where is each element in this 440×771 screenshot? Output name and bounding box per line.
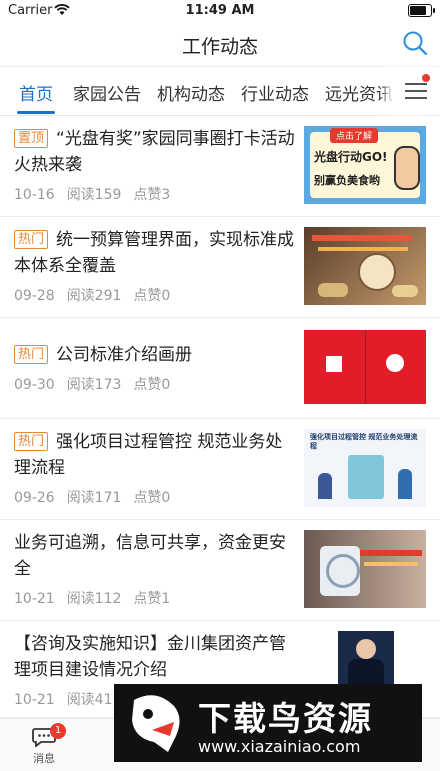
status-time: 11:49 AM	[185, 3, 255, 18]
status-bar: Carrier 11:49 AM	[0, 0, 440, 22]
news-title-text: “光盘有奖”家园同事圈打卡活动火热来袭	[14, 129, 295, 175]
news-item[interactable]: 热门 公司标准介绍画册 09-30 阅读173 点赞0	[0, 318, 440, 419]
news-reads: 阅读159	[66, 187, 122, 203]
page-title: 工作动态	[181, 36, 258, 58]
news-reads: 阅读41	[66, 692, 113, 708]
watermark-text: 下载鸟资源	[198, 699, 373, 738]
news-meta: 10-21 阅读41	[14, 689, 125, 709]
news-reads: 阅读171	[66, 490, 122, 506]
news-thumbnail: 点击了解 光盘行动GO! 别赢负美食哟	[304, 126, 426, 204]
tab-yuanguang-news[interactable]: 远光资讯	[325, 80, 393, 105]
menu-icon-bar	[405, 90, 427, 92]
news-meta: 09-26 阅读171 点赞0	[14, 487, 182, 507]
news-date: 09-26	[14, 490, 55, 506]
news-date: 10-21	[14, 692, 55, 708]
news-meta: 09-28 阅读291 点赞0	[14, 285, 182, 305]
thumbnail-caption: 别赢负美食哟	[314, 174, 380, 187]
channel-menu-button[interactable]	[392, 67, 440, 115]
news-reads: 阅读173	[66, 377, 122, 393]
news-title: 热门 强化项目过程管控 规范业务处理流程	[14, 429, 296, 481]
tab-industry-news[interactable]: 行业动态	[241, 80, 309, 105]
news-title-text: 【咨询及实施知识】金川集团资产管理项目建设情况介绍	[14, 634, 286, 680]
news-title-text: 强化项目过程管控 规范业务处理流程	[14, 432, 283, 478]
news-title-text: 公司标准介绍画册	[56, 345, 193, 365]
news-title-text: 统一预算管理界面，实现标准成本体系全覆盖	[14, 230, 295, 276]
news-meta: 10-21 阅读112 点赞1	[14, 588, 182, 608]
tab-home[interactable]: 首页	[19, 80, 53, 105]
news-title: 热门 统一预算管理界面，实现标准成本体系全覆盖	[14, 227, 296, 279]
news-date: 09-30	[14, 377, 55, 393]
active-tab-indicator	[17, 111, 55, 114]
news-meta: 10-16 阅读159 点赞3	[14, 184, 182, 204]
news-meta: 09-30 阅读173 点赞0	[14, 374, 182, 394]
news-date: 10-16	[14, 187, 55, 203]
news-reads: 阅读291	[66, 288, 122, 304]
news-thumbnail	[338, 631, 394, 691]
news-likes: 点赞3	[133, 187, 171, 203]
news-reads: 阅读112	[66, 591, 122, 607]
thumbnail-caption: 点击了解	[330, 128, 379, 143]
search-icon[interactable]	[402, 30, 428, 56]
news-thumbnail	[304, 330, 426, 404]
news-item[interactable]: 热门 统一预算管理界面，实现标准成本体系全覆盖 09-28 阅读291 点赞0	[0, 217, 440, 318]
category-tabs: 首页 家园公告 机构动态 行业动态 远光资讯	[0, 67, 440, 116]
news-likes: 点赞0	[133, 490, 171, 506]
news-title-text: 业务可追溯，信息可共享，资金更安全	[14, 533, 286, 579]
news-likes: 点赞0	[133, 377, 171, 393]
hot-badge: 热门	[14, 432, 49, 451]
tab-institution-news[interactable]: 机构动态	[157, 80, 225, 105]
menu-icon	[405, 83, 427, 85]
battery-icon	[408, 4, 435, 17]
news-item[interactable]: 置顶 “光盘有奖”家园同事圈打卡活动火热来袭 10-16 阅读159 点赞3 点击了解…	[0, 116, 440, 217]
news-title: 置顶 “光盘有奖”家园同事圈打卡活动火热来袭	[14, 126, 296, 178]
news-thumbnail	[304, 530, 426, 608]
news-title: 【咨询及实施知识】金川集团资产管理项目建设情况介绍	[14, 631, 296, 683]
pinned-badge: 置顶	[14, 129, 49, 148]
tab-messages[interactable]: 1 消息	[0, 719, 88, 771]
news-title: 业务可追溯，信息可共享，资金更安全	[14, 530, 296, 582]
thumbnail-caption: 光盘行动GO!	[314, 150, 388, 164]
news-item[interactable]: 热门 强化项目过程管控 规范业务处理流程 09-26 阅读171 点赞0 强化项目过程…	[0, 419, 440, 520]
news-thumbnail: 强化项目过程管控 规范业务处理流程	[304, 429, 426, 507]
hot-badge: 热门	[14, 345, 49, 364]
tab-announcements[interactable]: 家园公告	[73, 80, 141, 105]
unread-badge: 1	[50, 723, 66, 739]
watermark-overlay: 下载鸟资源 www.xiazainiao.com	[114, 684, 422, 762]
news-thumbnail	[304, 227, 426, 305]
navigation-bar: 工作动态	[0, 22, 440, 67]
notification-dot	[422, 74, 430, 82]
news-item[interactable]: 业务可追溯，信息可共享，资金更安全 10-21 阅读112 点赞1	[0, 520, 440, 621]
news-likes: 点赞1	[133, 591, 171, 607]
news-title: 热门 公司标准介绍画册	[14, 342, 296, 368]
menu-icon-bar	[405, 97, 427, 99]
news-likes: 点赞0	[133, 288, 171, 304]
bird-logo-icon	[132, 695, 180, 752]
watermark-url: www.xiazainiao.com	[198, 737, 361, 756]
thumbnail-caption: 强化项目过程管控 规范业务处理流程	[310, 433, 418, 450]
news-date: 10-21	[14, 591, 55, 607]
hot-badge: 热门	[14, 230, 49, 249]
news-date: 09-28	[14, 288, 55, 304]
tab-label: 消息	[33, 752, 55, 765]
